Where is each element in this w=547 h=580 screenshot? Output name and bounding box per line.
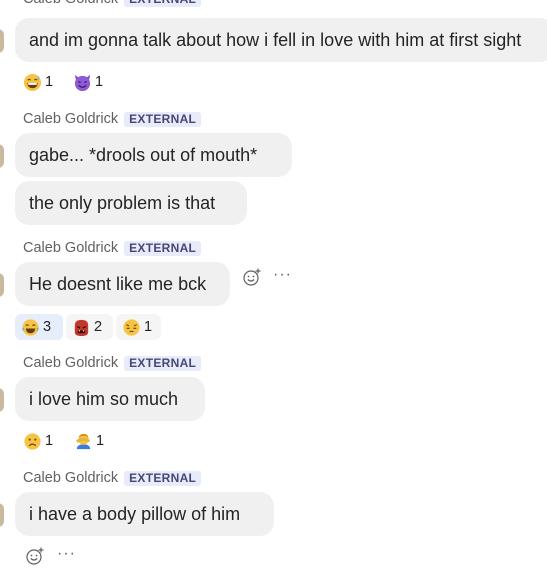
frowning-emoji-icon [24,432,41,450]
message-text: and im gonna talk about how i fell in lo… [29,29,522,50]
sender-header: Caleb Goldrick EXTERNAL [23,470,202,486]
sender-header: Caleb Goldrick EXTERNAL [23,355,202,371]
laughing-tears-emoji-icon [22,318,39,336]
add-reaction-icon[interactable] [242,267,262,287]
external-badge: EXTERNAL [124,355,202,371]
sender-name: Caleb Goldrick [23,0,118,7]
external-badge: EXTERNAL [124,470,202,486]
sender-name: Caleb Goldrick [23,240,119,256]
reaction-laughing-tears[interactable]: 3 [15,314,63,340]
sender-header: Caleb Goldrick EXTERNAL [23,240,202,256]
sender-name: Caleb Goldrick [23,470,119,486]
reaction-grinning-sweat[interactable]: 1 [23,69,53,95]
message-text: gabe... *drools out of mouth* [29,144,258,165]
more-options-icon[interactable]: ··· [273,267,292,283]
avatar[interactable] [0,29,4,53]
message-bubble[interactable]: i have a body pillow of him [15,492,274,536]
ogre-emoji-icon [74,319,89,336]
more-options-icon[interactable]: ··· [57,546,76,562]
facepalm-emoji-icon [76,433,91,449]
pensive-emoji-icon [123,318,140,336]
reaction-facepalm[interactable]: 1 [74,428,104,454]
reaction-frowning[interactable]: 1 [23,428,53,454]
avatar[interactable] [0,388,4,412]
message-bubble[interactable]: the only problem is that [15,181,247,225]
sender-name: Caleb Goldrick [23,111,119,127]
message-text: He doesnt like me bck [29,273,207,294]
reaction-count: 1 [144,319,153,335]
message-bubble[interactable]: i love him so much [15,377,205,421]
reaction-count: 1 [96,433,105,449]
message-bubble[interactable]: gabe... *drools out of mouth* [15,133,292,177]
message-bubble[interactable]: He doesnt like me bck [15,262,230,306]
add-reaction-icon[interactable] [25,546,45,566]
reaction-count: 1 [45,433,54,449]
external-badge: EXTERNAL [124,240,202,256]
message-text: the only problem is that [29,192,216,213]
avatar[interactable] [0,144,4,168]
message-bubble[interactable]: and im gonna talk about how i fell in lo… [15,18,547,62]
avatar[interactable] [0,273,4,297]
external-badge: EXTERNAL [124,111,202,127]
avatar[interactable] [0,503,4,527]
reaction-count: 1 [95,74,104,90]
reaction-count: 1 [45,74,54,90]
reaction-pensive[interactable]: 1 [116,314,161,340]
sender-header: Caleb Goldrick EXTERNAL [23,111,202,127]
grinning-sweat-emoji-icon [23,73,42,91]
message-text: i have a body pillow of him [29,503,241,524]
message-text: i love him so much [29,388,179,409]
reaction-ogre[interactable]: 2 [66,314,113,340]
smiling-devil-emoji-icon [74,74,91,91]
sender-header-clipped: Caleb Goldrick EXTERNAL [23,0,202,7]
reaction-count: 3 [43,319,52,335]
reaction-smiling-devil[interactable]: 1 [73,69,103,95]
sender-name: Caleb Goldrick [23,355,119,371]
reaction-count: 2 [94,319,103,335]
external-badge: EXTERNAL [124,0,202,7]
